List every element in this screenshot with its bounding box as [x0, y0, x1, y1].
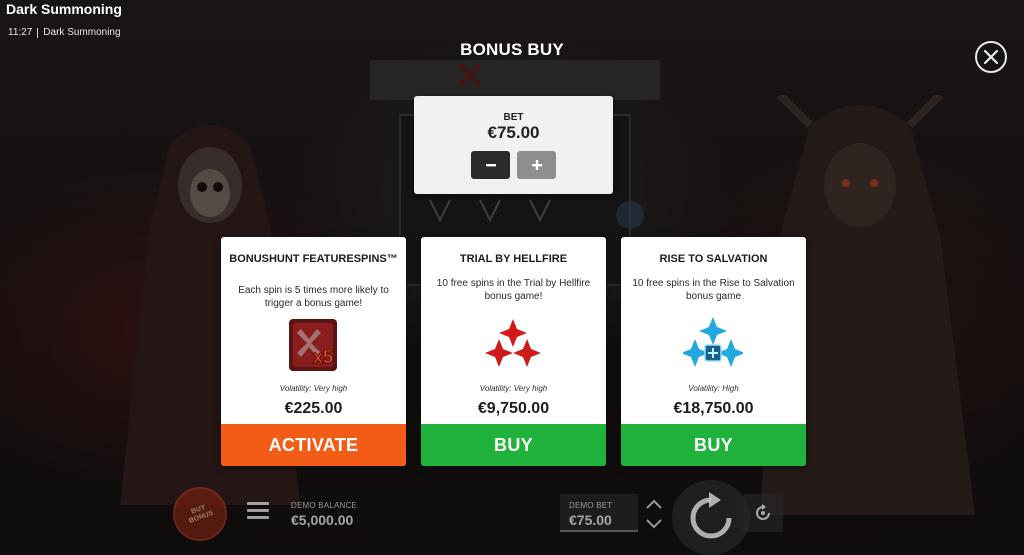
red-crosses-icon [485, 319, 541, 367]
bonus-option-card-featurespins: BONUSHUNT FEATURESPINS™ Each spin is 5 t… [221, 237, 406, 466]
option-title: RISE TO SALVATION [659, 253, 768, 265]
autoplay-button[interactable] [743, 494, 783, 532]
demo-bet: DEMO BET €75.00 [560, 494, 638, 532]
demo-balance: DEMO BALANCE €5,000.00 [291, 501, 357, 528]
increase-bet-button[interactable] [517, 151, 556, 179]
option-title: BONUSHUNT FEATURESPINS™ [229, 253, 398, 265]
decrease-bet-button[interactable] [471, 151, 510, 179]
status-divider [37, 27, 39, 38]
option-description: Each spin is 5 times more likely to trig… [238, 285, 389, 309]
menu-icon [247, 502, 269, 505]
minus-icon [485, 164, 496, 167]
status-line: 11:27 Dark Summoning [8, 27, 121, 38]
buy-bonus-button[interactable]: BUY BONUS [173, 487, 227, 541]
activate-button[interactable]: ACTIVATE [221, 424, 406, 466]
x5-multiplier-icon: x5 [289, 319, 337, 371]
option-volatility: Volatility: Very high [279, 384, 348, 393]
option-price: €9,750.00 [477, 400, 550, 417]
spin-button[interactable] [672, 480, 750, 555]
balance-label: DEMO BALANCE [291, 501, 357, 510]
spin-icon [690, 491, 732, 538]
option-description: 10 free spins in the Rise to Salvation b… [632, 278, 795, 302]
option-price: €225.00 [284, 400, 343, 417]
menu-button[interactable] [247, 502, 269, 522]
bet-value: €75.00 [487, 123, 540, 142]
demo-bet-label: DEMO BET [569, 501, 613, 510]
bonus-option-card-rise-to-salvation: RISE TO SALVATION 10 free spins in the R… [621, 237, 806, 466]
buy-hellfire-button[interactable]: BUY [421, 424, 606, 466]
plus-icon [531, 160, 542, 170]
buy-salvation-button[interactable]: BUY [621, 424, 806, 466]
option-description: 10 free spins in the Trial by Hellfire b… [436, 278, 591, 302]
option-price: €18,750.00 [673, 400, 754, 417]
svg-text:x5: x5 [313, 347, 333, 367]
modal-title: BONUS BUY [460, 40, 564, 59]
autoplay-icon [756, 504, 770, 520]
bet-selector: BET €75.00 [414, 96, 613, 194]
clock-time: 11:27 [8, 27, 33, 38]
option-volatility: Volatility: High [688, 384, 739, 393]
bonus-option-card-trial-by-hellfire: TRIAL BY HELLFIRE 10 free spins in the T… [421, 237, 606, 466]
game-name: Dark Summoning [43, 27, 121, 38]
balance-value: €5,000.00 [291, 512, 354, 528]
option-title: TRIAL BY HELLFIRE [459, 253, 568, 265]
demo-bet-value: €75.00 [569, 512, 612, 528]
option-volatility: Volatility: Very high [479, 384, 548, 393]
bet-arrows-icon[interactable] [642, 496, 666, 532]
bet-label: BET [503, 112, 524, 123]
blue-crosses-icon [683, 317, 743, 367]
app-title: Dark Summoning [6, 1, 122, 17]
buy-bonus-label: BUY BONUS [188, 503, 215, 525]
